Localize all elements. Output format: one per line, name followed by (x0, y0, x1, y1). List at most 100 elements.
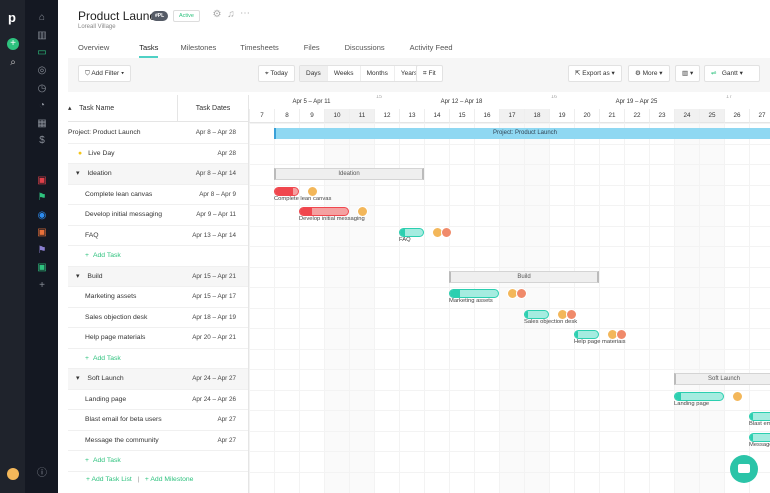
table-row[interactable]: + Add Task (68, 246, 248, 267)
summary-bar[interactable]: Build (449, 270, 599, 283)
add-filter-button[interactable]: ⛉ Add Filter ▾ (78, 65, 132, 82)
more-button[interactable]: ⚙ More ▾ (628, 65, 670, 82)
task-bar[interactable] (524, 309, 549, 319)
project-icon-orange[interactable]: ▣ (36, 227, 48, 239)
task-progress (275, 187, 294, 195)
tab-files[interactable]: Files (304, 43, 320, 58)
table-row[interactable]: Help page materials Apr 20 – Apr 21 (68, 328, 248, 349)
add-icon[interactable]: + (7, 38, 19, 50)
table-row[interactable]: ● Live Day Apr 28 (68, 144, 248, 164)
task-progress (675, 392, 681, 400)
task-bar[interactable] (299, 207, 349, 216)
add-task-link[interactable]: + Add Task (85, 451, 121, 471)
tab-milestones[interactable]: Milestones (180, 43, 216, 58)
view-switcher[interactable]: ⇌ Gantt ▾ (704, 65, 760, 82)
app-logo[interactable]: p (6, 11, 18, 24)
fit-button[interactable]: ⌗ Fit (416, 65, 443, 82)
user-icon[interactable]: ◎ (36, 65, 48, 77)
table-row[interactable]: ▾ Soft Launch Apr 24 – Apr 27 (68, 369, 248, 390)
tab-activity-feed[interactable]: Activity Feed (410, 43, 453, 58)
chat-icon-green[interactable]: ▣ (36, 262, 48, 274)
task-bar[interactable] (574, 330, 599, 339)
task-bar[interactable] (399, 227, 424, 237)
add-task-link[interactable]: + Add Task (85, 349, 121, 369)
table-row[interactable]: Complete lean canvas Apr 8 – Apr 9 (68, 185, 248, 205)
assignee-avatar[interactable] (732, 390, 743, 402)
task-dates-header[interactable]: Task Dates (178, 95, 248, 122)
scale-days[interactable]: Days (300, 66, 328, 81)
table-row[interactable]: Project: Product Launch Apr 8 – Apr 28 (68, 123, 248, 144)
assignee-avatar[interactable] (357, 206, 368, 217)
summary-bar[interactable]: Ideation (274, 168, 424, 180)
search-icon[interactable]: ⌕ (7, 57, 19, 69)
table-row[interactable]: + Add Task (68, 349, 248, 369)
task-bar[interactable] (749, 412, 770, 421)
folder-icon[interactable]: ▭ (36, 47, 48, 59)
task-bar[interactable] (749, 432, 770, 442)
row-gridline (249, 205, 770, 206)
home-icon[interactable]: ⌂ (36, 12, 48, 24)
info-icon[interactable]: ⓘ (36, 468, 48, 480)
dollar-icon[interactable]: $ (36, 135, 48, 147)
clock-icon[interactable]: ◷ (36, 83, 48, 95)
table-row[interactable]: ▾ Ideation Apr 8 – Apr 14 (68, 164, 248, 185)
tab-tasks[interactable]: Tasks (139, 43, 159, 58)
bell-icon[interactable]: ♫ (225, 9, 237, 21)
gear-icon[interactable]: ⚙ (211, 9, 223, 21)
add-task-link[interactable]: + Add Task (85, 246, 121, 266)
summary-bar[interactable]: Soft Launch (674, 373, 770, 385)
more-icon[interactable]: ⋯ (239, 8, 251, 20)
flag-icon-green[interactable]: ⚑ (36, 192, 48, 204)
table-row[interactable]: Develop initial messaging Apr 9 – Apr 11 (68, 205, 248, 226)
today-button[interactable]: ⌖ Today (258, 65, 295, 82)
task-bar[interactable] (274, 186, 299, 196)
project-icon-red[interactable]: ▣ (36, 175, 48, 187)
table-row[interactable]: Blast email for beta users Apr 27 (68, 410, 248, 431)
building-icon[interactable]: ▥ (36, 30, 48, 42)
week-header: Apr 19 – Apr 25 (549, 95, 724, 109)
pie-chart-icon[interactable]: ◔ (36, 100, 48, 112)
task-name-header[interactable]: ▴ Task Name (68, 95, 178, 122)
assignee-avatar[interactable] (307, 185, 318, 197)
table-row[interactable]: Sales objection desk Apr 18 – Apr 19 (68, 308, 248, 328)
task-bar[interactable] (674, 391, 724, 401)
tab-timesheets[interactable]: Timesheets (240, 43, 279, 58)
add-milestone-label: Add Milestone (150, 476, 194, 483)
table-row[interactable]: ▾ Build Apr 15 – Apr 21 (68, 266, 248, 287)
collapse-icon[interactable]: ▾ (76, 170, 79, 177)
tab-overview[interactable]: Overview (78, 43, 109, 58)
calendar-icon[interactable]: ▦ (36, 118, 48, 130)
table-row[interactable]: + Add Task (68, 451, 248, 472)
task-bar[interactable] (449, 289, 499, 298)
week-header: Apr 5 – Apr 11 (249, 95, 374, 109)
scale-months[interactable]: Months (361, 66, 395, 81)
table-row[interactable]: FAQ Apr 13 – Apr 14 (68, 226, 248, 246)
task-name-header-label: Task Name (79, 105, 115, 112)
table-row[interactable]: Landing page Apr 24 – Apr 26 (68, 390, 248, 410)
assignee-avatar[interactable] (516, 288, 527, 299)
gantt-icon: ⇌ (711, 70, 717, 77)
collapse-icon[interactable]: ▾ (76, 375, 79, 382)
add-task-list-link[interactable]: + Add Task List (86, 476, 132, 483)
collapse-icon[interactable]: ▾ (76, 273, 79, 280)
chat-button[interactable] (730, 455, 758, 483)
task-progress (750, 433, 753, 441)
add-project-icon[interactable]: + (36, 280, 48, 292)
project-bar[interactable]: Project: Product Launch (274, 128, 770, 139)
tab-discussions[interactable]: Discussions (345, 43, 385, 58)
table-row[interactable]: Marketing assets Apr 15 – Apr 17 (68, 287, 248, 308)
assignee-avatar[interactable] (566, 308, 577, 320)
export-button[interactable]: ⇱ Export as ▾ (568, 65, 622, 82)
user-avatar[interactable] (7, 468, 19, 480)
add-milestone-link[interactable]: + Add Milestone (145, 476, 194, 483)
assignee-avatar[interactable] (441, 226, 452, 238)
table-row[interactable]: Message the community Apr 27 (68, 431, 248, 451)
status-badge[interactable]: Active (173, 10, 200, 22)
columns-button[interactable]: ▥ ▾ (675, 65, 701, 82)
assignee-avatar[interactable] (616, 329, 627, 340)
scale-weeks[interactable]: Weeks (328, 66, 361, 81)
day-header: 18 (524, 109, 549, 123)
team-icon-blue[interactable]: ◉ (36, 210, 48, 222)
flag-icon-purple[interactable]: ⚑ (36, 245, 48, 257)
day-header: 14 (424, 109, 449, 123)
